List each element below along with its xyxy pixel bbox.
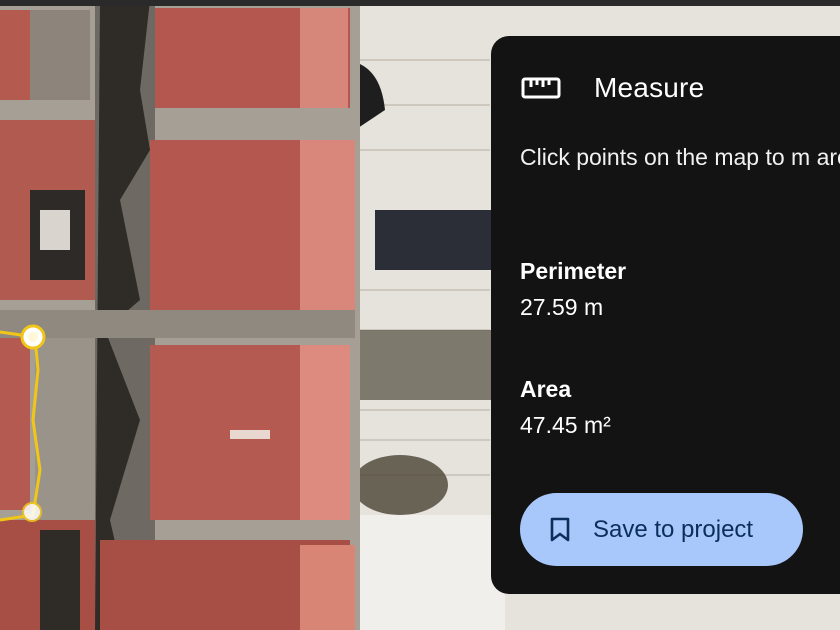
perimeter-value: 27.59 m (520, 294, 604, 320)
perimeter-label: Perimeter (520, 258, 627, 284)
top-bar (0, 0, 840, 6)
ruler-icon (521, 75, 561, 101)
instructions-text: Click points on the map to m area (520, 144, 840, 170)
save-to-project-button[interactable]: Save to project (520, 493, 803, 566)
area-value: 47.45 m² (520, 412, 611, 438)
area-label: Area (520, 376, 572, 402)
save-button-label: Save to project (593, 515, 754, 543)
bookmark-icon (549, 517, 571, 543)
panel-title: Measure (594, 72, 705, 103)
panel-header: Measure (521, 68, 704, 108)
measure-panel: Measure Click points on the map to m are… (491, 36, 840, 594)
